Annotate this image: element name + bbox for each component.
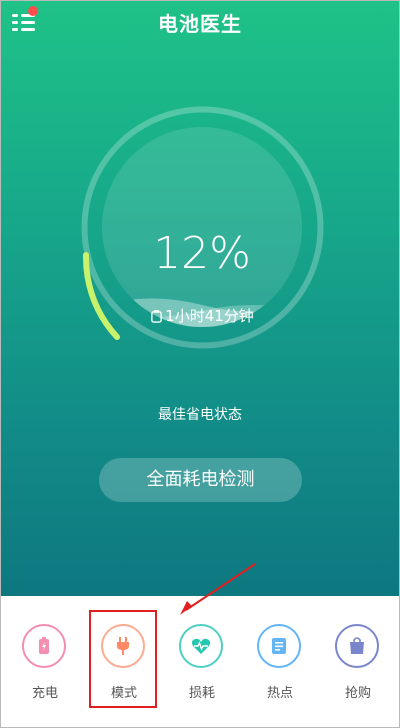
remaining-time-text: 1小时41分钟 bbox=[165, 307, 254, 325]
page-title: 电池医生 bbox=[158, 12, 242, 36]
nav-label-charge: 充电 bbox=[31, 686, 58, 701]
battery-gauge-fill bbox=[82, 252, 91, 280]
battery-percent: 12% bbox=[153, 228, 251, 279]
power-status-text: 最佳省电状态 bbox=[158, 407, 242, 423]
remaining-time: 1小时41分钟 bbox=[102, 305, 302, 326]
shopping-bag-icon bbox=[335, 624, 379, 668]
nav-label-wear: 损耗 bbox=[188, 686, 215, 701]
heart-pulse-icon bbox=[179, 624, 223, 668]
highlight-box bbox=[89, 610, 157, 708]
battery-hero-panel: 电池医生 12% 1小时41分钟 最佳省电状态 全面耗电检测 bbox=[0, 0, 400, 596]
battery-charge-icon bbox=[22, 624, 66, 668]
nav-label-shopping: 抢购 bbox=[344, 686, 371, 701]
annotation-arrow-icon bbox=[180, 563, 256, 615]
battery-wave bbox=[102, 298, 302, 327]
battery-level-circle bbox=[102, 127, 302, 327]
nav-label-hotspot: 热点 bbox=[266, 686, 293, 701]
full-check-button[interactable]: 全面耗电检测 bbox=[99, 458, 302, 502]
app-screen: 电池医生 12% 1小时41分钟 最佳省电状态 全面耗电检测 充电 模式 损耗 … bbox=[0, 0, 400, 728]
charging-plug-icon bbox=[151, 310, 163, 323]
document-icon bbox=[257, 624, 301, 668]
